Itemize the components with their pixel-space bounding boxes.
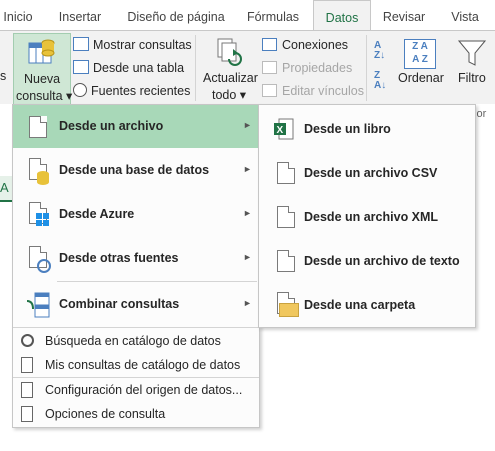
- nueva-consulta-label-1: Nueva: [24, 72, 61, 86]
- propiedades-button[interactable]: Propiedades: [262, 58, 352, 78]
- menu-command-label: Opciones de consulta: [45, 407, 166, 421]
- svg-text:X: X: [277, 125, 284, 136]
- ribbon-separator: [366, 35, 367, 101]
- tab-revisar[interactable]: Revisar: [378, 0, 430, 30]
- settings-doc-icon: [21, 382, 33, 398]
- submenu-item-label: Desde un archivo CSV: [304, 166, 438, 180]
- menu-command-mis-consultas[interactable]: Mis consultas de catálogo de datos: [13, 354, 259, 376]
- clipped-left-label: s: [0, 69, 7, 83]
- menu-item-desde-una-base-de-datos[interactable]: Desde una base de datos ►: [13, 149, 259, 192]
- menu-item-desde-un-archivo[interactable]: Desde un archivo ►: [13, 105, 259, 148]
- menu-command-opciones-consulta[interactable]: Opciones de consulta: [13, 403, 259, 425]
- tab-diseno-de-pagina[interactable]: Diseño de página: [120, 0, 232, 30]
- combine-queries-icon: [25, 291, 51, 322]
- propiedades-label: Propiedades: [282, 61, 353, 75]
- ribbon-tab-bar: Inicio Insertar Diseño de página Fórmula…: [0, 0, 495, 32]
- editar-vinculos-button[interactable]: Editar vínculos: [262, 81, 364, 101]
- submenu-item-desde-un-archivo-de-texto[interactable]: Desde un archivo de texto: [259, 239, 475, 283]
- menu-item-label: Desde una base de datos: [59, 163, 210, 177]
- xml-file-icon: [277, 206, 295, 228]
- refresh-all-icon: [215, 37, 243, 67]
- sort-za-icon[interactable]: Z A↓: [374, 71, 394, 91]
- submenu-item-label: Desde una carpeta: [304, 298, 416, 312]
- sort-dialog-icon: Z AA Z: [404, 39, 436, 69]
- actualizar-todo-label-1: Actualizar: [203, 71, 258, 85]
- document-icon: [21, 357, 33, 373]
- filter-funnel-icon: [457, 39, 487, 70]
- table-icon: [73, 60, 89, 74]
- text-file-icon: [277, 250, 295, 272]
- menu-separator: [57, 281, 257, 282]
- menu-command-label: Configuración del origen de datos...: [45, 383, 243, 397]
- tab-inicio[interactable]: Inicio: [0, 0, 38, 30]
- tab-formulas[interactable]: Fórmulas: [240, 0, 306, 30]
- menu-item-combinar-consultas[interactable]: Combinar consultas ►: [13, 283, 259, 326]
- fuentes-recientes-label: Fuentes recientes: [91, 84, 191, 98]
- fuentes-recientes-button[interactable]: Fuentes recientes: [73, 81, 190, 101]
- submenu-arrow-icon: ►: [243, 208, 252, 218]
- table-icon: [73, 37, 89, 51]
- editar-vinculos-label: Editar vínculos: [282, 84, 364, 98]
- nueva-consulta-menu: Desde un archivo ► Desde una base de dat…: [12, 104, 260, 428]
- submenu-item-desde-un-archivo-xml[interactable]: Desde un archivo XML: [259, 195, 475, 239]
- menu-command-label: Mis consultas de catálogo de datos: [45, 358, 241, 372]
- mostrar-consultas-label: Mostrar consultas: [93, 38, 192, 52]
- tab-datos[interactable]: Datos: [313, 0, 371, 32]
- conexiones-button[interactable]: Conexiones: [262, 35, 348, 55]
- filtro-button[interactable]: Filtro: [452, 33, 494, 103]
- tab-insertar[interactable]: Insertar: [52, 0, 108, 30]
- windows-logo-icon: [36, 213, 50, 227]
- menu-item-desde-otras-fuentes[interactable]: Desde otras fuentes ►: [13, 237, 259, 280]
- conexiones-label: Conexiones: [282, 38, 349, 52]
- menu-command-busqueda-catalogo[interactable]: Búsqueda en catálogo de datos: [13, 330, 259, 352]
- ribbon: Nueva consulta ▾ s Mostrar consultas Des…: [0, 30, 495, 105]
- desde-una-tabla-button[interactable]: Desde una tabla: [73, 58, 184, 78]
- excel-workbook-icon: X: [273, 117, 295, 144]
- target-icon: [37, 259, 51, 273]
- submenu-arrow-icon: ►: [243, 252, 252, 262]
- cylinder-icon: [37, 171, 49, 185]
- connections-icon: [262, 38, 277, 51]
- options-doc-icon: [21, 406, 33, 422]
- menu-item-label: Desde otras fuentes: [59, 251, 179, 265]
- properties-icon: [262, 61, 277, 74]
- folder-icon: [279, 303, 299, 317]
- submenu-item-label: Desde un libro: [304, 122, 391, 136]
- menu-command-label: Búsqueda en catálogo de datos: [45, 334, 221, 348]
- submenu-item-label: Desde un archivo XML: [304, 210, 439, 224]
- submenu-item-desde-un-archivo-csv[interactable]: Desde un archivo CSV: [259, 151, 475, 195]
- clock-icon: [73, 83, 87, 97]
- submenu-arrow-icon: ►: [243, 120, 252, 130]
- submenu-arrow-icon: ►: [243, 164, 252, 174]
- actualizar-todo-button[interactable]: Actualizar todo ▾: [200, 33, 258, 103]
- mostrar-consultas-button[interactable]: Mostrar consultas: [73, 35, 192, 55]
- csv-file-icon: [277, 162, 295, 184]
- file-icon: [29, 116, 47, 138]
- submenu-item-label: Desde un archivo de texto: [304, 254, 460, 268]
- sort-az-icon[interactable]: A Z↓: [374, 41, 394, 61]
- submenu-arrow-icon: ►: [243, 298, 252, 308]
- menu-item-desde-azure[interactable]: Desde Azure ►: [13, 193, 259, 236]
- ribbon-separator: [195, 35, 196, 101]
- submenu-item-desde-un-libro[interactable]: X Desde un libro: [259, 107, 475, 151]
- submenu-item-desde-una-carpeta[interactable]: Desde una carpeta: [259, 283, 475, 327]
- magnifier-icon: [21, 334, 34, 347]
- menu-separator: [13, 327, 259, 328]
- ordenar-button[interactable]: Z AA Z Ordenar: [398, 33, 444, 103]
- filtro-label: Filtro: [458, 71, 486, 85]
- menu-command-configuracion-origen[interactable]: Configuración del origen de datos...: [13, 379, 259, 401]
- tab-vista[interactable]: Vista: [445, 0, 485, 30]
- menu-item-label: Desde un archivo: [59, 119, 164, 133]
- database-table-icon: [27, 37, 57, 67]
- menu-item-label: Desde Azure: [59, 207, 135, 221]
- desde-un-archivo-submenu: X Desde un libro Desde un archivo CSV De…: [258, 104, 476, 328]
- menu-separator: [13, 377, 259, 378]
- links-icon: [262, 84, 277, 97]
- menu-item-label: Combinar consultas: [59, 297, 180, 311]
- nueva-consulta-label-2: consulta ▾: [16, 89, 73, 103]
- desde-una-tabla-label: Desde una tabla: [93, 61, 185, 75]
- ordenar-label: Ordenar: [398, 71, 444, 85]
- nueva-consulta-button[interactable]: Nueva consulta ▾: [13, 33, 73, 105]
- actualizar-todo-label-2: todo ▾: [212, 88, 247, 102]
